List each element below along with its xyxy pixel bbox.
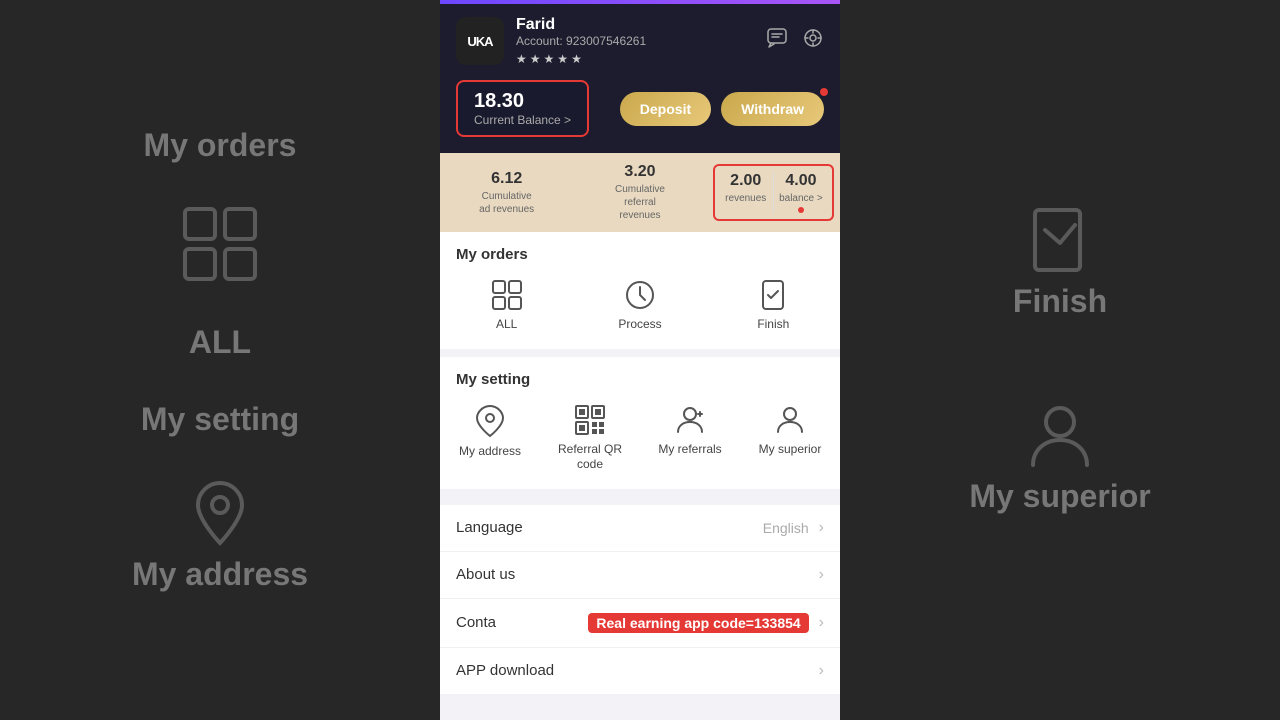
orders-all-item[interactable]: ALL bbox=[440, 279, 573, 333]
deposit-button[interactable]: Deposit bbox=[620, 92, 711, 126]
bg-finish-section: Finish bbox=[1013, 205, 1107, 320]
balance-box[interactable]: 18.30 Current Balance > bbox=[456, 80, 589, 137]
balance-label: Current Balance > bbox=[474, 113, 571, 127]
contact-right: Real earning app code=133854 › bbox=[588, 613, 824, 633]
balance-amount: 18.30 bbox=[474, 90, 571, 113]
phone-panel: UKA Farid Account: 923007546261 ★ ★ ★ ★ … bbox=[440, 0, 840, 720]
download-row[interactable]: APP download › bbox=[440, 648, 840, 694]
stat-revenues: 2.00 revenues bbox=[719, 172, 773, 213]
stats-row: 6.12 Cumulativead revenues 3.20 Cumulati… bbox=[440, 153, 840, 232]
content-area: My orders ALL Process bbox=[440, 232, 840, 720]
header-icons bbox=[766, 27, 824, 55]
stat-highlight-inner: 2.00 revenues 4.00 balance > bbox=[713, 164, 834, 221]
bg-superior-icon bbox=[1025, 400, 1095, 470]
address-item[interactable]: My address bbox=[440, 404, 540, 473]
stat-highlighted-box[interactable]: 2.00 revenues 4.00 balance > bbox=[707, 158, 840, 227]
bg-grid-icons bbox=[180, 204, 260, 284]
chevron-right-icon: › bbox=[819, 519, 824, 537]
qr-icon bbox=[574, 404, 606, 436]
stat-referral-revenue: 3.20 Cumulativereferralrevenues bbox=[573, 153, 706, 232]
user-info: UKA Farid Account: 923007546261 ★ ★ ★ ★ … bbox=[456, 16, 646, 66]
scan-icon[interactable] bbox=[802, 27, 824, 55]
language-row[interactable]: Language English › bbox=[440, 505, 840, 552]
stat-dot-row bbox=[774, 207, 828, 213]
my-orders-section: My orders ALL Process bbox=[440, 232, 840, 349]
divider-1 bbox=[440, 497, 840, 505]
chat-icon[interactable] bbox=[766, 27, 788, 55]
my-orders-title: My orders bbox=[440, 232, 840, 271]
about-right: › bbox=[813, 566, 824, 584]
qr-item[interactable]: Referral QR code bbox=[540, 404, 640, 473]
background-left: My orders ALL My setting My address bbox=[0, 0, 440, 720]
process-icon bbox=[624, 279, 656, 311]
my-setting-items: My address Referral bbox=[440, 396, 840, 489]
contact-row[interactable]: Conta Real earning app code=133854 › bbox=[440, 599, 840, 648]
action-buttons: Deposit Withdraw bbox=[601, 92, 824, 126]
bg-orders-text: My orders bbox=[144, 127, 297, 164]
referrals-icon bbox=[674, 404, 706, 436]
orders-finish-item[interactable]: Finish bbox=[707, 279, 840, 333]
chevron-right-icon-4: › bbox=[819, 662, 824, 680]
user-row: UKA Farid Account: 923007546261 ★ ★ ★ ★ … bbox=[456, 16, 824, 66]
gradient-bar bbox=[440, 0, 840, 4]
star-rating: ★ ★ ★ ★ ★ bbox=[516, 52, 646, 66]
chevron-right-icon-2: › bbox=[819, 566, 824, 584]
bg-superior-section: My superior bbox=[969, 400, 1150, 515]
bg-finish-icon bbox=[1025, 205, 1095, 275]
my-setting-title: My setting bbox=[440, 357, 840, 396]
bg-address-icon bbox=[190, 478, 250, 548]
about-row[interactable]: About us › bbox=[440, 552, 840, 599]
language-right: English › bbox=[763, 519, 824, 537]
background-right: Finish My superior bbox=[840, 0, 1280, 720]
finish-icon bbox=[757, 279, 789, 311]
user-details: Farid Account: 923007546261 ★ ★ ★ ★ ★ bbox=[516, 16, 646, 66]
all-grid-icon bbox=[491, 279, 523, 311]
address-icon bbox=[475, 404, 505, 438]
user-account: Account: 923007546261 bbox=[516, 34, 646, 48]
referrals-item[interactable]: My referrals bbox=[640, 404, 740, 473]
superior-icon bbox=[774, 404, 806, 436]
superior-item[interactable]: My superior bbox=[740, 404, 840, 473]
orders-process-item[interactable]: Process bbox=[573, 279, 706, 333]
bg-address-section: My address bbox=[132, 478, 308, 593]
withdraw-button[interactable]: Withdraw bbox=[721, 92, 824, 126]
header: UKA Farid Account: 923007546261 ★ ★ ★ ★ … bbox=[440, 0, 840, 153]
chevron-right-icon-3: › bbox=[819, 614, 824, 632]
stat-ad-revenue: 6.12 Cumulativead revenues bbox=[440, 160, 573, 226]
balance-row: 18.30 Current Balance > Deposit Withdraw bbox=[456, 80, 824, 137]
avatar: UKA bbox=[456, 17, 504, 65]
user-name: Farid bbox=[516, 16, 646, 34]
my-orders-items: ALL Process Finish bbox=[440, 271, 840, 349]
stat-red-dot bbox=[798, 207, 804, 213]
my-setting-section: My setting My address bbox=[440, 357, 840, 489]
stat-balance: 4.00 balance > bbox=[774, 172, 828, 213]
notification-dot bbox=[820, 88, 828, 96]
bg-grid-icon bbox=[180, 204, 260, 284]
download-right: › bbox=[813, 662, 824, 680]
